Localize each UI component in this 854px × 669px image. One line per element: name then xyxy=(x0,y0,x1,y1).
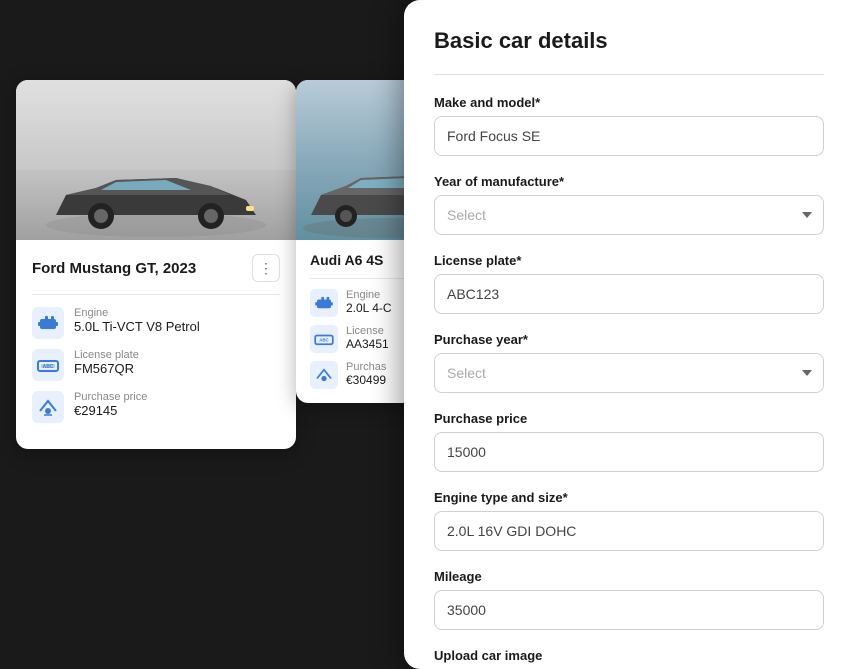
audi-price-icon xyxy=(310,361,338,389)
engine-icon xyxy=(32,307,64,339)
audi-price-label: Purchas xyxy=(346,361,386,373)
year-manufacture-select[interactable]: Select 2018 2019 2020 2021 2022 2023 202… xyxy=(434,195,824,235)
mustang-price-label: Purchase price xyxy=(74,391,147,403)
audi-title: Audi A6 4S xyxy=(310,252,383,268)
svg-text:ABC: ABC xyxy=(319,338,329,343)
purchase-price-group: Purchase price xyxy=(434,411,824,472)
engine-type-label: Engine type and size* xyxy=(434,490,824,505)
form-divider xyxy=(434,74,824,75)
license-plate-label: License plate* xyxy=(434,253,824,268)
audi-price-value: €30499 xyxy=(346,373,386,387)
mustang-engine-row: Engine 5.0L Ti-VCT V8 Petrol xyxy=(32,307,280,339)
mustang-engine-label: Engine xyxy=(74,307,200,319)
audi-plate-label: License xyxy=(346,325,389,337)
mustang-photo xyxy=(16,80,296,240)
mustang-engine-value: 5.0L Ti-VCT V8 Petrol xyxy=(74,319,200,334)
year-manufacture-label: Year of manufacture* xyxy=(434,174,824,189)
purchase-year-group: Purchase year* Select 2018 2019 2020 202… xyxy=(434,332,824,393)
mustang-plate-label: License plate xyxy=(74,349,139,361)
purchase-price-input[interactable] xyxy=(434,432,824,472)
make-model-input[interactable] xyxy=(434,116,824,156)
upload-image-label: Upload car image xyxy=(434,648,824,663)
mileage-group: Mileage xyxy=(434,569,824,630)
engine-type-group: Engine type and size* xyxy=(434,490,824,551)
purchase-year-select[interactable]: Select 2018 2019 2020 2021 2022 2023 202… xyxy=(434,353,824,393)
plate-icon: ABC xyxy=(32,349,64,381)
mustang-car-svg xyxy=(36,150,276,240)
mustang-more-button[interactable]: ⋮ xyxy=(252,254,280,282)
purchase-price-label: Purchase price xyxy=(434,411,824,426)
form-panel: Basic car details Make and model* Year o… xyxy=(404,0,854,669)
mileage-input[interactable] xyxy=(434,590,824,630)
mustang-price-row: Purchase price €29145 xyxy=(32,391,280,423)
svg-text:ABC: ABC xyxy=(43,364,54,370)
purchase-year-label: Purchase year* xyxy=(434,332,824,347)
audi-engine-label: Engine xyxy=(346,289,392,301)
audi-engine-icon xyxy=(310,289,338,317)
mustang-title: Ford Mustang GT, 2023 xyxy=(32,260,196,277)
car-cards-area: Ford Mustang GT, 2023 ⋮ Engine 5.0L Ti-V… xyxy=(0,80,380,449)
car-card-mustang: Ford Mustang GT, 2023 ⋮ Engine 5.0L Ti-V… xyxy=(16,80,296,449)
license-plate-input[interactable] xyxy=(434,274,824,314)
form-title: Basic car details xyxy=(434,28,824,54)
card-divider xyxy=(32,294,280,295)
make-model-label: Make and model* xyxy=(434,95,824,110)
upload-image-group: Upload car image Choose a file xyxy=(434,648,824,669)
mustang-price-value: €29145 xyxy=(74,403,147,418)
engine-type-input[interactable] xyxy=(434,511,824,551)
mustang-plate-row: ABC License plate FM567QR xyxy=(32,349,280,381)
mustang-plate-value: FM567QR xyxy=(74,361,139,376)
card-body-mustang: Ford Mustang GT, 2023 ⋮ Engine 5.0L Ti-V… xyxy=(16,240,296,449)
mileage-label: Mileage xyxy=(434,569,824,584)
price-icon xyxy=(32,391,64,423)
audi-engine-value: 2.0L 4-C xyxy=(346,301,392,315)
license-plate-group: License plate* xyxy=(434,253,824,314)
purchase-year-wrapper: Select 2018 2019 2020 2021 2022 2023 202… xyxy=(434,353,824,393)
make-model-group: Make and model* xyxy=(434,95,824,156)
audi-plate-icon: ABC xyxy=(310,325,338,353)
year-select-wrapper: Select 2018 2019 2020 2021 2022 2023 202… xyxy=(434,195,824,235)
year-manufacture-group: Year of manufacture* Select 2018 2019 20… xyxy=(434,174,824,235)
audi-plate-value: AA3451 xyxy=(346,337,389,351)
